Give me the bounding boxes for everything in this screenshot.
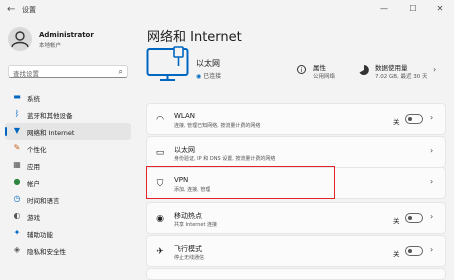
clock-icon: ◷: [13, 194, 21, 203]
sidebar-item-label: 帐户: [27, 180, 40, 188]
connected-check-icon: ◉: [196, 73, 202, 80]
person-icon: ●: [13, 177, 21, 186]
chevron-right-icon: ›: [430, 146, 434, 155]
sidebar-item-label: 游戏: [27, 214, 40, 222]
toggle-state-label: 关: [393, 118, 400, 126]
sidebar-item-label: 蓝牙和其他设备: [27, 112, 73, 120]
brush-icon: ✎: [13, 143, 21, 152]
chevron-right-icon: ›: [430, 212, 434, 221]
ethernet-status: ◉ 已连接: [196, 71, 221, 80]
ethernet-name: 以太网: [196, 59, 220, 68]
maximize-icon[interactable]: ☐: [403, 2, 423, 16]
user-account-type: 本地帐户: [39, 43, 62, 49]
sidebar-item-network[interactable]: ▼ 网络和 Internet: [5, 123, 131, 140]
info-icon: i: [297, 65, 306, 74]
chevron-right-icon[interactable]: ›: [433, 65, 436, 74]
airplane-icon: ✈: [156, 247, 164, 257]
card-title: 以太网: [174, 146, 195, 154]
bluetooth-icon: ᛒ: [14, 109, 20, 118]
sidebar-item-gaming[interactable]: ◐ 游戏: [5, 208, 131, 225]
monitor-icon: ▬: [13, 92, 21, 101]
card-title: VPN: [174, 176, 189, 184]
chevron-right-icon: ›: [430, 113, 434, 122]
hotspot-icon: ◉: [156, 214, 164, 224]
sidebar-item-system[interactable]: ▬ 系统: [5, 89, 131, 106]
close-icon[interactable]: ✕: [430, 2, 450, 16]
sidebar-item-accounts[interactable]: ● 帐户: [5, 174, 131, 191]
sidebar-item-label: 应用: [27, 163, 40, 171]
card-vpn[interactable]: ⛉ VPN 添加, 连接, 管理 ›: [146, 167, 446, 199]
toggle-state-label: 关: [393, 250, 400, 258]
ethernet-monitor-icon: [146, 46, 189, 81]
card-title: WLAN: [174, 112, 196, 120]
accessibility-icon: ✦: [13, 228, 21, 237]
properties-title: 属性: [313, 64, 326, 72]
sidebar-item-time-language[interactable]: ◷ 时间和语言: [5, 191, 131, 208]
user-name: Administrator: [39, 31, 94, 39]
selection-indicator: [5, 127, 7, 136]
airplane-toggle[interactable]: [405, 246, 423, 256]
ethernet-icon: ▭: [155, 148, 165, 158]
toggle-state-label: 关: [393, 217, 400, 225]
page-title: 网络和 Internet: [147, 30, 242, 45]
sidebar-item-label: 系统: [27, 95, 40, 103]
wifi-icon: ◠: [156, 115, 164, 125]
sidebar-item-bluetooth[interactable]: ᛒ 蓝牙和其他设备: [5, 106, 131, 123]
sidebar-item-apps[interactable]: ▦ 应用: [5, 157, 131, 174]
title-bar: ← 设置 — ☐ ✕: [0, 0, 454, 20]
card-subtitle: 身份验证, IP 和 DNS 设置, 按流量计费的网络: [174, 156, 276, 162]
card-ethernet[interactable]: ▭ 以太网 身份验证, IP 和 DNS 设置, 按流量计费的网络 ›: [146, 136, 446, 168]
back-arrow-icon[interactable]: ←: [7, 4, 15, 15]
chevron-right-icon: ›: [430, 245, 434, 254]
search-input[interactable]: 查找设置 ⌕: [8, 65, 128, 78]
window-title: 设置: [22, 6, 36, 14]
sidebar-item-label: 网络和 Internet: [27, 129, 75, 137]
gamepad-icon: ◐: [13, 211, 21, 220]
chevron-right-icon: ›: [430, 177, 434, 186]
card-partial[interactable]: [146, 268, 446, 280]
card-hotspot[interactable]: ◉ 移动热点 共享 Internet 连接 关 ›: [146, 202, 446, 234]
avatar[interactable]: [8, 27, 32, 51]
card-title: 飞行模式: [174, 245, 202, 253]
card-subtitle: 停止无线通信: [174, 255, 205, 261]
data-usage-title: 数据使用量: [375, 64, 408, 72]
sidebar-item-accessibility[interactable]: ✦ 辅助功能: [5, 225, 131, 242]
wlan-toggle[interactable]: [405, 114, 423, 124]
properties-subtitle: 公用网络: [313, 74, 336, 80]
shield-icon: ◈: [13, 245, 21, 254]
hotspot-toggle[interactable]: [405, 213, 423, 223]
vpn-shield-icon: ⛉: [156, 179, 164, 189]
sidebar-item-label: 时间和语言: [27, 197, 60, 205]
card-airplane[interactable]: ✈ 飞行模式 停止无线通信 关 ›: [146, 235, 446, 267]
search-placeholder: 查找设置: [13, 70, 39, 78]
apps-icon: ▦: [13, 160, 21, 169]
search-icon: ⌕: [118, 67, 123, 76]
card-subtitle: 共享 Internet 连接: [174, 222, 218, 228]
minimize-icon[interactable]: —: [374, 2, 394, 16]
card-wlan[interactable]: ◠ WLAN 连接, 管理已知网络, 按流量计费的网络 关 ›: [146, 103, 446, 135]
sidebar-item-privacy[interactable]: ◈ 隐私和安全性: [5, 242, 131, 259]
wifi-icon: ▼: [13, 126, 21, 135]
card-title: 移动热点: [174, 212, 202, 220]
data-usage-subtitle: 7.02 GB, 最近 30 天: [375, 74, 428, 80]
sidebar-item-personalization[interactable]: ✎ 个性化: [5, 140, 131, 157]
sidebar-item-label: 辅助功能: [27, 231, 53, 239]
sidebar-item-label: 隐私和安全性: [27, 248, 66, 256]
sidebar: Administrator 本地帐户 查找设置 ⌕ ▬ 系统 ᛒ 蓝牙和其他设备…: [0, 20, 136, 276]
data-usage-icon: [359, 65, 369, 75]
card-subtitle: 添加, 连接, 管理: [174, 187, 211, 193]
sidebar-item-label: 个性化: [27, 146, 47, 154]
card-subtitle: 连接, 管理已知网络, 按流量计费的网络: [174, 123, 261, 129]
user-icon: [11, 31, 29, 48]
ethernet-status-text: 已连接: [203, 73, 222, 80]
